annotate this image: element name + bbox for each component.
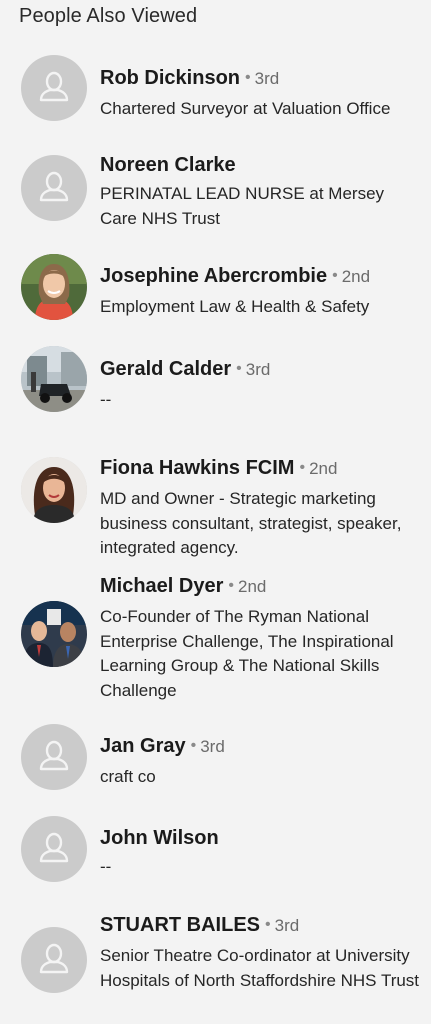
- person-photo[interactable]: [21, 457, 87, 523]
- person-headline: --: [100, 390, 112, 409]
- person-name[interactable]: Jan Gray: [100, 735, 186, 757]
- person-headline: Senior Theatre Co-ordinator at Universit…: [100, 946, 420, 990]
- person-photo[interactable]: [21, 601, 87, 667]
- connection-degree: 3rd: [254, 69, 280, 88]
- connection-degree: 2nd: [238, 577, 267, 596]
- person-placeholder-icon[interactable]: [21, 816, 87, 882]
- connection-degree: 2nd: [341, 267, 371, 286]
- person-name[interactable]: Josephine Abercrombie: [100, 265, 327, 287]
- person-headline: Co-Founder of The Ryman National Enterpr…: [100, 607, 394, 700]
- connection-degree: 3rd: [274, 916, 300, 935]
- connection-degree: 3rd: [200, 737, 225, 756]
- person-name[interactable]: Noreen Clarke: [100, 154, 236, 176]
- person-photo[interactable]: [21, 254, 87, 320]
- person-photo[interactable]: [21, 346, 87, 412]
- person-headline: MD and Owner - Strategic marketing busin…: [100, 489, 402, 557]
- person-placeholder-icon[interactable]: [21, 927, 87, 993]
- connection-degree: 2nd: [309, 459, 338, 478]
- people-also-viewed-panel: People Also Viewed Rob Dickinson • 3rd Cha…: [0, 0, 431, 1024]
- person-name[interactable]: Fiona Hawkins FCIM: [100, 457, 294, 479]
- person-headline: PERINATAL LEAD NURSE at Mersey Care NHS …: [100, 184, 385, 228]
- person-placeholder-icon[interactable]: [21, 155, 87, 221]
- person-name[interactable]: Rob Dickinson: [100, 67, 240, 89]
- person-headline: craft co: [100, 767, 156, 786]
- person-placeholder-icon[interactable]: [21, 55, 87, 121]
- person-placeholder-icon[interactable]: [21, 724, 87, 790]
- person-headline: Employment Law & Health & Safety: [100, 297, 370, 316]
- section-title: People Also Viewed: [19, 5, 198, 27]
- person-name[interactable]: Michael Dyer: [100, 575, 223, 597]
- connection-degree: 3rd: [245, 360, 271, 379]
- person-name[interactable]: Gerald Calder: [100, 358, 231, 380]
- person-headline: Chartered Surveyor at Valuation Office: [100, 99, 391, 118]
- person-name[interactable]: John Wilson: [100, 827, 219, 849]
- person-headline: --: [100, 857, 112, 876]
- person-name[interactable]: STUART BAILES: [100, 914, 260, 936]
